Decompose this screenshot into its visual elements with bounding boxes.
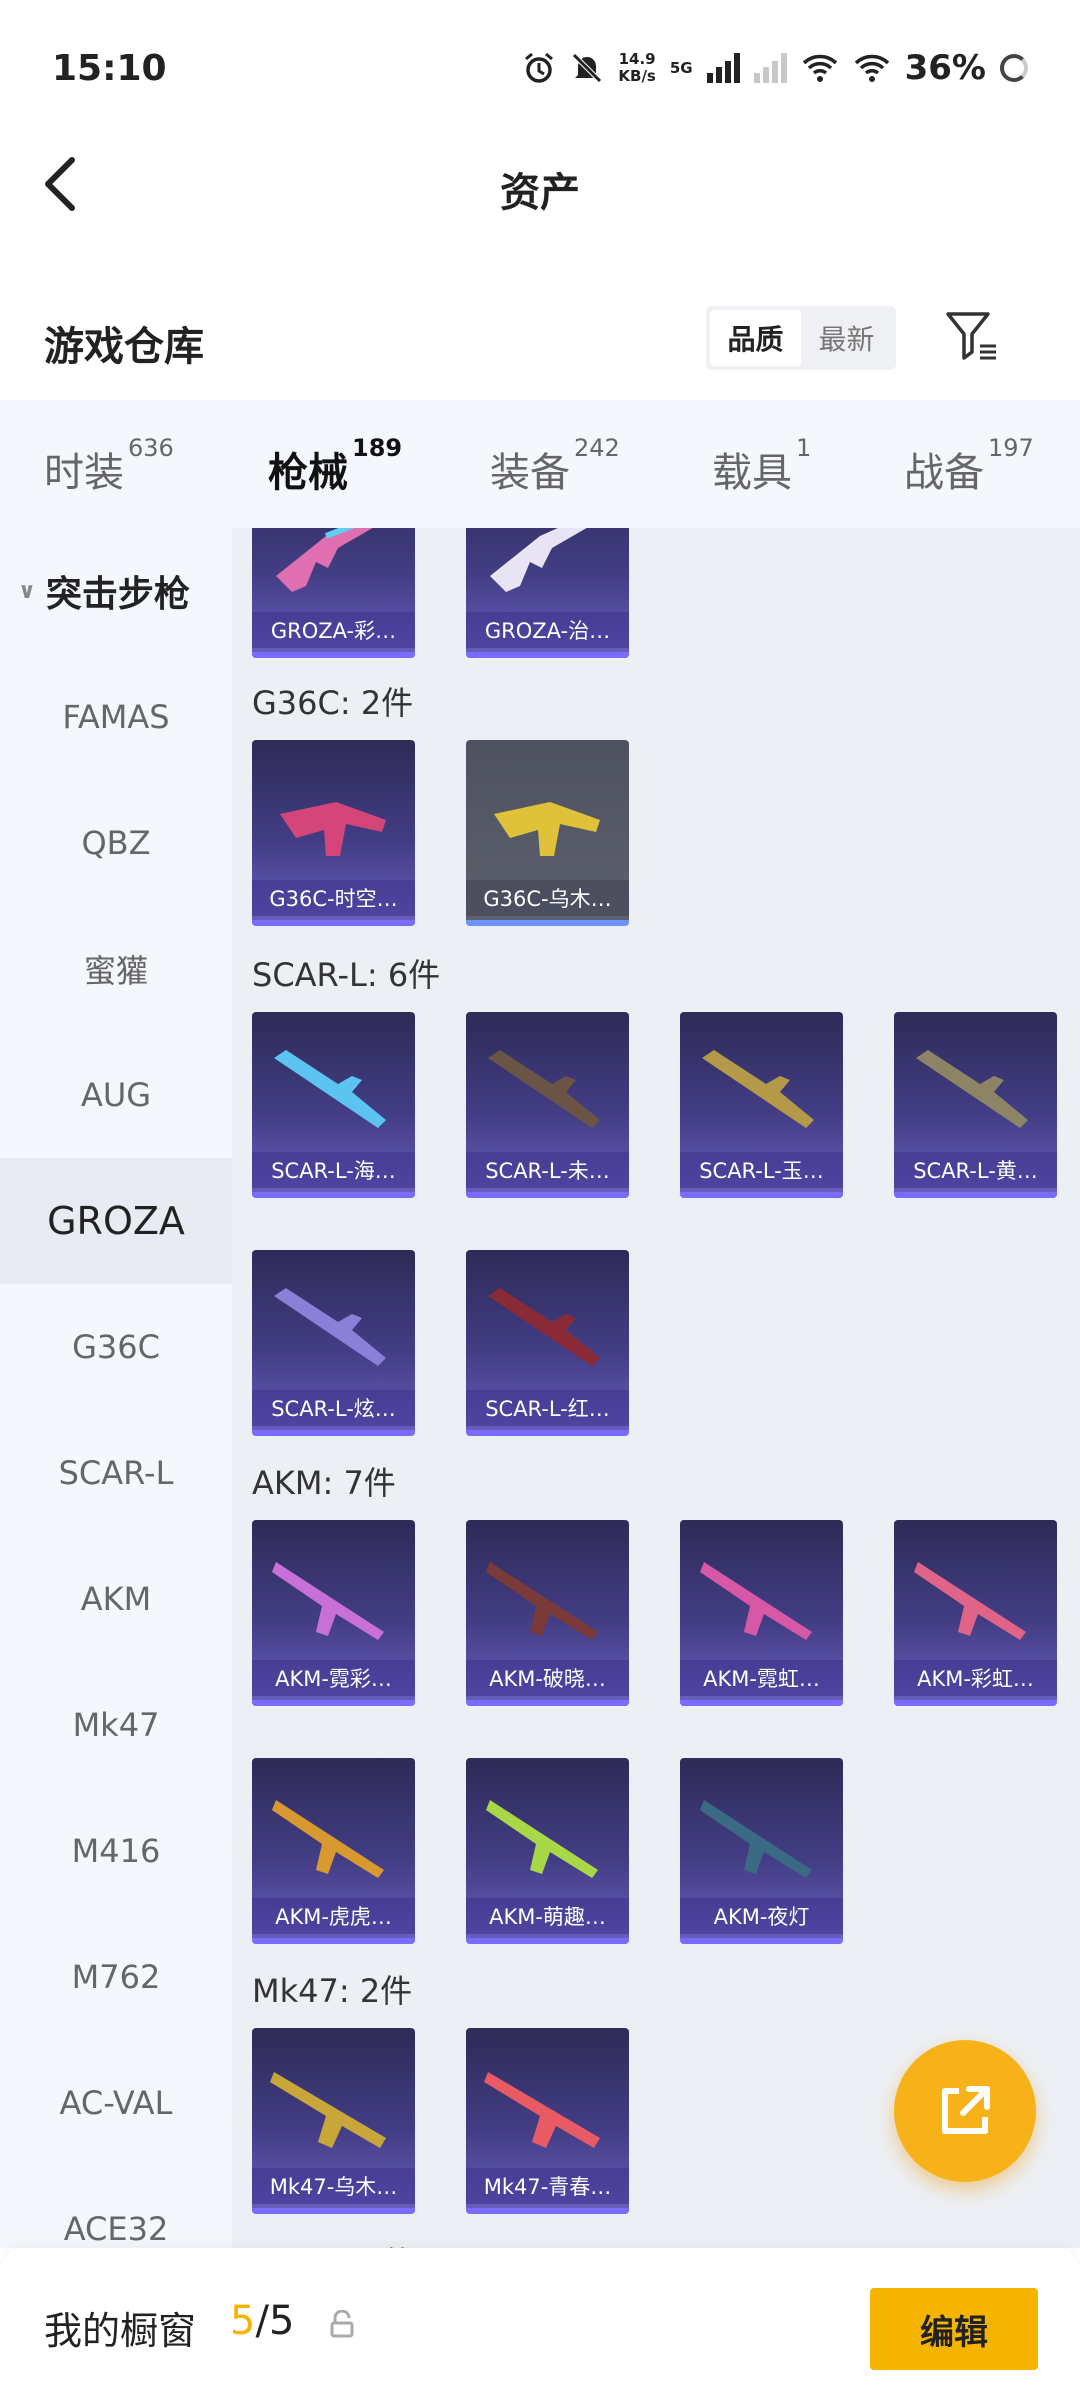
sidebar-item-groza[interactable]: GROZA bbox=[0, 1158, 232, 1284]
sidebar-item-scar-l[interactable]: SCAR-L bbox=[0, 1410, 232, 1536]
rifle-icon bbox=[274, 1050, 386, 1128]
skin-card[interactable]: SCAR-L-黄… bbox=[894, 1012, 1057, 1198]
skin-card[interactable]: AKM-霓虹… bbox=[680, 1520, 843, 1706]
skin-card[interactable]: Mk47-青春… bbox=[466, 2028, 629, 2214]
sidebar-group-assault-rifles[interactable]: ∨ 突击步枪 bbox=[0, 528, 232, 654]
rifle-icon bbox=[272, 1562, 384, 1640]
sidebar-item-m762[interactable]: M762 bbox=[0, 1914, 232, 2040]
skin-card[interactable]: SCAR-L-未… bbox=[466, 1012, 629, 1198]
rifle-icon bbox=[914, 1562, 1026, 1640]
battery-percent: 36% bbox=[904, 48, 986, 88]
tab-vehicles[interactable]: 载具1 bbox=[712, 434, 811, 498]
lock-icon bbox=[330, 2310, 354, 2338]
tab-weapons[interactable]: 枪械189 bbox=[268, 434, 402, 542]
page-title: 资产 bbox=[500, 170, 580, 216]
rifle-icon bbox=[274, 1288, 386, 1366]
rifle-icon bbox=[272, 1800, 384, 1878]
group-heading-m416: M416: 5件 bbox=[252, 2238, 414, 2248]
tab-equipment[interactable]: 装备242 bbox=[490, 434, 620, 498]
status-bar: 15:10 14.9 KB/s 5G 36% bbox=[0, 0, 1080, 140]
rifle-icon bbox=[486, 1800, 598, 1878]
net-speed: 14.9 KB/s bbox=[618, 50, 656, 85]
chevron-down-icon: ∨ bbox=[18, 578, 36, 604]
rifle-icon bbox=[490, 528, 587, 592]
skin-card[interactable]: GROZA-治… bbox=[466, 528, 629, 658]
sidebar-item-akm[interactable]: AKM bbox=[0, 1536, 232, 1662]
edit-button[interactable]: 编辑 bbox=[870, 2288, 1038, 2370]
sidebar-item-g36c[interactable]: G36C bbox=[0, 1284, 232, 1410]
section-title: 游戏仓库 bbox=[44, 324, 204, 370]
sidebar-item-honey-badger[interactable]: 蜜獾 bbox=[0, 906, 232, 1032]
showcase-bar: 我的橱窗 5/5 编辑 bbox=[0, 2248, 1080, 2400]
skin-card[interactable]: SCAR-L-海… bbox=[252, 1012, 415, 1198]
rifle-icon bbox=[276, 528, 373, 592]
signal-2-icon bbox=[753, 53, 787, 83]
signal-icon bbox=[706, 53, 740, 83]
skin-card[interactable]: AKM-破晓… bbox=[466, 1520, 629, 1706]
mute-bell-icon bbox=[572, 53, 603, 83]
skin-card[interactable]: AKM-虎虎… bbox=[252, 1758, 415, 1944]
rifle-icon bbox=[702, 1050, 814, 1128]
group-heading-scar-l: SCAR-L: 6件 bbox=[252, 956, 441, 994]
sidebar-item-famas[interactable]: FAMAS bbox=[0, 654, 232, 780]
skin-card[interactable]: SCAR-L-炫… bbox=[252, 1250, 415, 1436]
warehouse-section-header: 游戏仓库 品质 最新 bbox=[0, 290, 1080, 400]
weapon-type-sidebar: ∨ 突击步枪 FAMAS QBZ 蜜獾 AUG GROZA G36C SCAR-L… bbox=[0, 528, 232, 2248]
rifle-icon bbox=[494, 802, 600, 856]
weapon-skin-list: GROZA-彩… GROZA-治… G36C: 2件 G36C-时空… G36C… bbox=[232, 528, 1080, 2248]
sort-toggle: 品质 最新 bbox=[706, 306, 896, 370]
skin-card[interactable]: AKM-萌趣… bbox=[466, 1758, 629, 1944]
skin-card[interactable]: AKM-夜灯 bbox=[680, 1758, 843, 1944]
sort-newest-option[interactable]: 最新 bbox=[801, 310, 892, 366]
group-heading-mk47: Mk47: 2件 bbox=[252, 1972, 413, 2010]
rifle-icon bbox=[916, 1050, 1028, 1128]
app-header: 资产 bbox=[0, 140, 1080, 230]
rifle-icon bbox=[484, 2072, 600, 2148]
rifle-icon bbox=[700, 1562, 812, 1640]
showcase-label: 我的橱窗 bbox=[44, 2309, 197, 2353]
group-heading-akm: AKM: 7件 bbox=[252, 1464, 396, 1502]
skin-card[interactable]: G36C-乌木… bbox=[466, 740, 629, 926]
share-button[interactable] bbox=[894, 2040, 1036, 2182]
alarm-icon bbox=[525, 52, 554, 83]
tab-supplies[interactable]: 战备197 bbox=[904, 434, 1034, 498]
group-heading-g36c: G36C: 2件 bbox=[252, 684, 414, 722]
tab-fashion[interactable]: 时装636 bbox=[44, 434, 174, 498]
skin-card[interactable]: SCAR-L-玉… bbox=[680, 1012, 843, 1198]
category-tabs: 时装636 枪械189 装备242 载具1 战备197 bbox=[0, 400, 1080, 542]
rifle-icon bbox=[270, 2072, 386, 2148]
skin-card[interactable]: GROZA-彩… bbox=[252, 528, 415, 658]
external-share-icon bbox=[942, 2086, 990, 2134]
sort-quality-option[interactable]: 品质 bbox=[710, 310, 801, 366]
showcase-count: 5/5 bbox=[230, 2298, 295, 2344]
rifle-icon bbox=[700, 1800, 812, 1878]
status-icons: 14.9 KB/s 5G 36% bbox=[522, 48, 1028, 88]
sidebar-item-qbz[interactable]: QBZ bbox=[0, 780, 232, 906]
rifle-icon bbox=[488, 1288, 600, 1366]
skin-card[interactable]: Mk47-乌木… bbox=[252, 2028, 415, 2214]
skin-card[interactable]: SCAR-L-红… bbox=[466, 1250, 629, 1436]
rifle-icon bbox=[488, 1050, 600, 1128]
sidebar-item-ac-val[interactable]: AC-VAL bbox=[0, 2040, 232, 2166]
sidebar-item-ace32[interactable]: ACE32 bbox=[0, 2166, 232, 2248]
hotspot-icon bbox=[802, 54, 837, 82]
skin-card[interactable]: AKM-霓彩… bbox=[252, 1520, 415, 1706]
battery-ring-icon bbox=[1000, 54, 1028, 82]
sidebar-item-m416[interactable]: M416 bbox=[0, 1788, 232, 1914]
status-time: 15:10 bbox=[52, 48, 167, 89]
filter-icon[interactable] bbox=[944, 308, 1000, 364]
rifle-icon bbox=[486, 1562, 598, 1640]
rifle-icon bbox=[280, 802, 386, 856]
net-type: 5G bbox=[669, 58, 693, 77]
skin-card[interactable]: AKM-彩虹… bbox=[894, 1520, 1057, 1706]
wifi-icon bbox=[854, 54, 889, 82]
skin-card[interactable]: G36C-时空… bbox=[252, 740, 415, 926]
sidebar-item-mk47[interactable]: Mk47 bbox=[0, 1662, 232, 1788]
sidebar-item-aug[interactable]: AUG bbox=[0, 1032, 232, 1158]
